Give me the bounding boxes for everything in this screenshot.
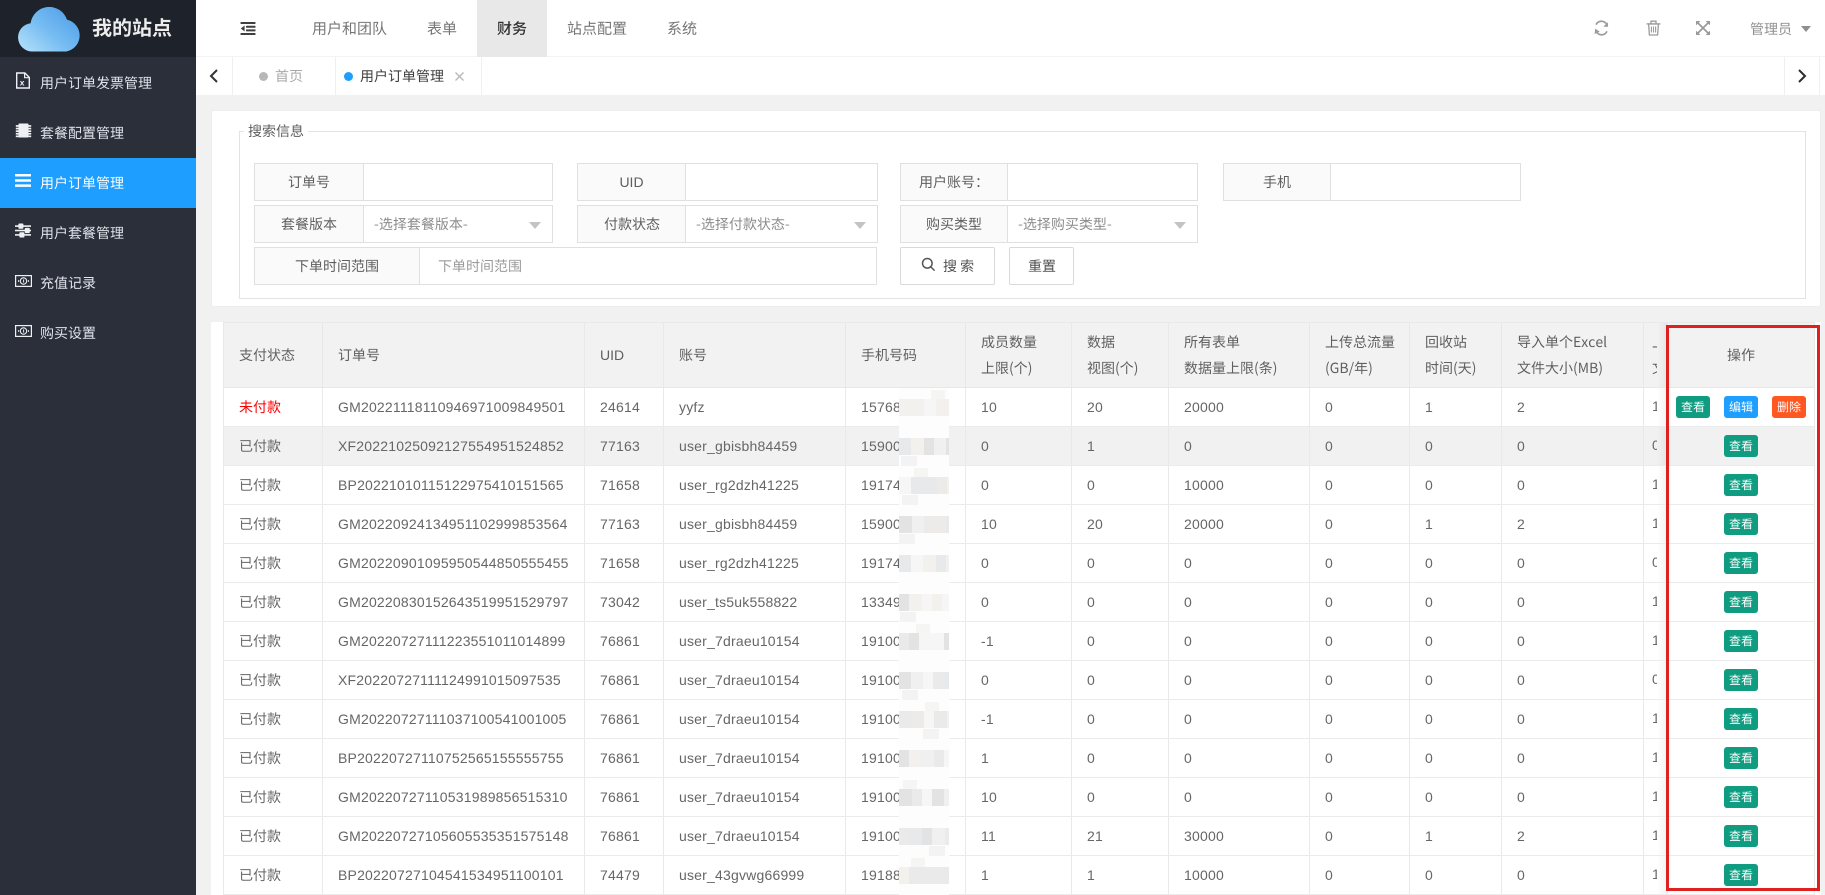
svg-text:x: x bbox=[20, 77, 25, 87]
